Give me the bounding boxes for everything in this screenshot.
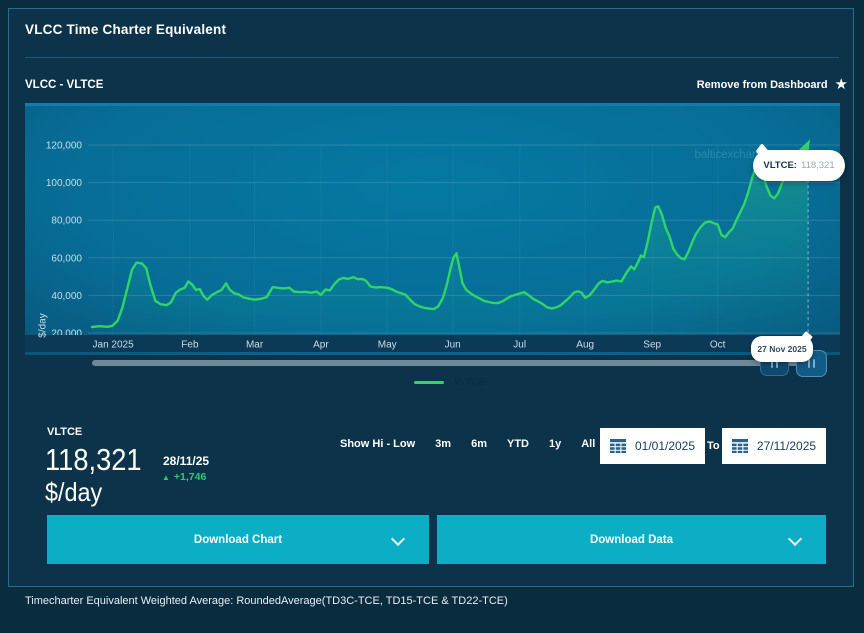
range-controls: Show Hi - Low 3m 6m YTD 1y All [340,438,595,450]
chevron-down-icon [390,531,406,547]
svg-text:80,000: 80,000 [51,216,82,227]
svg-text:120,000: 120,000 [46,141,83,152]
chart-legend[interactable]: VLTCE [385,377,515,388]
chart-scrollbar[interactable] [92,360,804,366]
stat-date: 28/11/25 [163,454,210,468]
download-chart-button[interactable]: Download Chart [47,515,429,564]
legend-series-label[interactable]: VLTCE [453,377,485,388]
tce-line-chart[interactable]: 20,00040,00060,00080,000100,000120,000Ja… [25,106,840,352]
date-range-to-label: To [707,440,720,452]
date-from-input[interactable]: 01/01/2025 [600,428,705,464]
svg-text:100,000: 100,000 [46,178,83,189]
range-ytd-button[interactable]: YTD [507,438,529,450]
svg-text:Sep: Sep [643,340,661,351]
svg-text:Mar: Mar [246,340,264,351]
chart-tooltip: VLTCE: 118,321 [753,150,845,181]
cursor-date-bubble: 27 Nov 2025 [751,336,813,362]
handle-grip-icon [808,359,810,368]
tooltip-series-label: VLTCE: [763,160,797,171]
range-all-button[interactable]: All [581,438,595,450]
change-value: +1,746 [173,471,207,483]
svg-text:Jul: Jul [513,340,526,351]
title-divider [25,57,839,58]
handle-grip-icon [813,359,815,368]
stat-value: 118,321 [45,442,142,477]
stat-change: ▲ +1,746 [162,471,206,483]
cursor-date-label: 27 Nov 2025 [757,344,807,354]
date-to-input[interactable]: 27/11/2025 [722,428,826,464]
svg-text:Aug: Aug [576,340,594,351]
tooltip-value: 118,321 [800,160,835,171]
calendar-icon [609,439,626,453]
svg-text:Oct: Oct [710,340,726,351]
download-data-label: Download Data [589,533,674,546]
calendar-icon [731,439,748,453]
chart-area[interactable]: 20,000 40,000 60,000 80,000 100,000 120,000 Ja… [25,103,840,355]
stat-unit: $/day [45,477,103,507]
svg-text:Apr: Apr [313,340,329,351]
range-3m-button[interactable]: 3m [435,438,451,450]
download-chart-label: Download Chart [193,533,283,546]
svg-text:40,000: 40,000 [51,291,82,302]
page-title: VLCC Time Charter Equivalent [25,22,227,37]
change-up-icon: ▲ [162,472,170,482]
download-data-button[interactable]: Download Data [437,515,826,564]
remove-from-dashboard-label[interactable]: Remove from Dashboard [697,79,828,91]
range-6m-button[interactable]: 6m [471,438,487,450]
y-axis-label: $/day [37,313,49,338]
show-hi-low-toggle[interactable]: Show Hi - Low [340,438,415,450]
legend-line-swatch [414,381,445,384]
favorite-star-icon[interactable]: ★ [835,77,848,92]
stat-instrument: VLTCE [47,426,83,438]
chart-subtitle: VLCC - VLTCE [25,79,104,91]
svg-text:60,000: 60,000 [51,253,82,264]
chevron-down-icon [787,531,803,547]
svg-text:Jan 2025: Jan 2025 [93,340,135,351]
svg-text:May: May [378,340,397,351]
date-to-value[interactable]: 27/11/2025 [757,439,816,453]
svg-text:Feb: Feb [181,340,199,351]
remove-from-dashboard-button[interactable]: Remove from Dashboard ★ [697,77,848,92]
footer-formula-note: Timecharter Equivalent Weighted Average:… [25,595,508,607]
date-from-value[interactable]: 01/01/2025 [635,439,695,453]
range-1y-button[interactable]: 1y [549,438,561,450]
svg-text:Jun: Jun [445,340,461,351]
